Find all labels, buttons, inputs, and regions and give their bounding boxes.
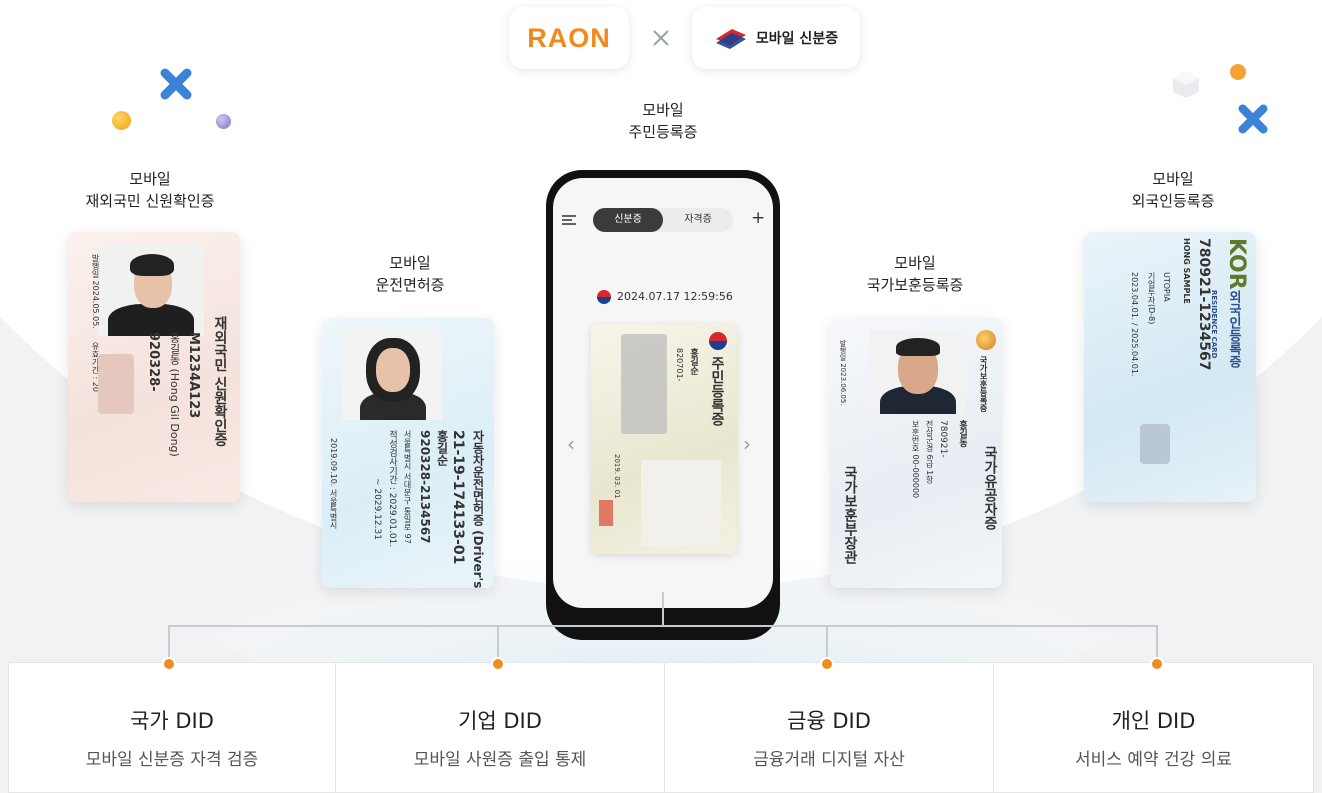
- card-number: 780921-1234567: [1196, 238, 1212, 371]
- caption-driver: 모바일 운전면허증: [375, 254, 445, 294]
- orange-dot-icon: [1230, 64, 1246, 80]
- card-issued: 발행일 2023.06.05.: [839, 340, 847, 406]
- card-reg: 보훈번호 00-000000: [911, 420, 920, 499]
- gray-cube-icon: [1173, 71, 1199, 98]
- card-photo: [98, 244, 204, 336]
- card-nationality: UTOPIA: [1162, 272, 1171, 302]
- photo-thumbnail: [1140, 424, 1170, 464]
- card-name: 홍길동 (Hong Gil Dong): [168, 332, 181, 457]
- panel-subtitle: 서비스 예약 건강 의료: [1075, 750, 1232, 770]
- caption-overseas: 모바일 재외국민 신원확인증: [85, 170, 215, 210]
- panel-subtitle: 금융거래 디지털 자산: [753, 750, 905, 770]
- panel-title: 개인 DID: [1111, 709, 1196, 733]
- panel-national-did: 국가 DID 모바일 신분증 자격 검증: [8, 662, 336, 793]
- purple-ball-icon: [216, 114, 231, 129]
- times-icon: [653, 30, 669, 46]
- card-valid-end: ~ 2029.12.31: [372, 478, 382, 540]
- card-name: HONG SAMPLE: [1182, 238, 1191, 304]
- card-photo: [641, 460, 721, 546]
- card-number: M1234A123: [186, 332, 201, 419]
- emblem-icon: [976, 330, 996, 350]
- blue-x-icon-right: [1238, 104, 1268, 134]
- stamp-icon: [599, 500, 613, 526]
- card-country: KOR: [1224, 238, 1249, 290]
- card-veteran: 국가보훈등록증 국가유공자증 홍길동 780921- 전상군경 6급 1항 보훈…: [830, 318, 1002, 588]
- caption-foreign: 모바일 외국인등록증: [1131, 170, 1215, 210]
- add-button[interactable]: +: [751, 208, 765, 228]
- tab-license[interactable]: 자격증: [663, 208, 733, 232]
- raon-logo-text: RAON: [527, 22, 611, 53]
- card-emblem-icon: [709, 332, 727, 350]
- phone-screen: 신분증 자격증 + 2024.07.17 12:59:56 ‹ › 주민등록증 …: [553, 178, 773, 608]
- mobile-id-logo: 모바일 신분증: [692, 7, 860, 69]
- card-name: 홍길순: [435, 430, 449, 466]
- caption-resident: 모바일 주민등록증: [628, 101, 698, 141]
- card-date: 2019. 03. 01: [613, 454, 621, 499]
- panel-subtitle: 모바일 신분증 자격 검증: [85, 750, 259, 770]
- panel-subtitle: 모바일 사원증 출입 통제: [413, 750, 587, 770]
- card-period: 2023.04.01. / 2025.04.01.: [1130, 272, 1139, 377]
- connector-trunk: [662, 592, 664, 626]
- panel-enterprise-did: 기업 DID 모바일 사원증 출입 통제: [335, 662, 665, 793]
- raon-logo: RAON: [509, 7, 629, 69]
- taegeuk-icon: [597, 290, 611, 304]
- card-birth: 920328-: [146, 332, 161, 392]
- caption-veteran: 모바일 국가보훈등록증: [866, 254, 964, 294]
- panel-finance-did: 금융 DID 금융거래 디지털 자산: [664, 662, 994, 793]
- connector-bar: [168, 625, 1158, 627]
- card-id: 780921-: [938, 420, 948, 458]
- prev-arrow-icon[interactable]: ‹: [567, 432, 575, 456]
- mobile-id-emblem-icon: [715, 29, 746, 49]
- connector-dot: [1150, 657, 1164, 671]
- resident-card: 주민등록증 홍길순 820701- 2019. 03. 01: [591, 324, 737, 554]
- card-title: 주민등록증: [709, 356, 725, 426]
- card-foreign: KOR 외국인등록증 RESIDENCE CARD 780921-1234567…: [1084, 232, 1256, 502]
- panel-title: 국가 DID: [130, 709, 214, 733]
- connector-dot: [491, 657, 505, 671]
- mobile-id-logo-text: 모바일 신분증: [755, 31, 839, 47]
- next-arrow-icon[interactable]: ›: [743, 432, 751, 456]
- did-infographic: RAON 모바일 신분증 모바일 주민등록증 모바일 재외국민 신원확인증 모바…: [0, 0, 1322, 793]
- tab-bar: 신분증 자격증: [593, 208, 733, 232]
- card-valid: 적성검사기간 : 2029.01.01.: [387, 430, 397, 548]
- card-name: 홍길순: [688, 348, 698, 375]
- blur-block: [98, 354, 134, 414]
- card-id: 920328-2134567: [418, 430, 432, 544]
- card-title: 외국인등록증: [1226, 290, 1241, 368]
- card-org: 국가보훈등록증: [979, 356, 988, 412]
- card-photo: [342, 330, 442, 420]
- orange-ball-icon: [112, 111, 131, 130]
- panel-personal-did: 개인 DID 서비스 예약 건강 의료: [993, 662, 1314, 793]
- card-number: 21-19-174133-01: [450, 430, 466, 565]
- panel-title: 금융 DID: [787, 709, 871, 733]
- card-number: 820701-: [675, 348, 684, 382]
- card-photo: [870, 330, 966, 414]
- card-issuer: 국가보훈부장관: [842, 466, 858, 564]
- card-address: 서울특별시 서대문구 통일로 97: [403, 430, 412, 544]
- tab-id[interactable]: 신분증: [593, 208, 663, 232]
- menu-icon[interactable]: [561, 214, 577, 226]
- connector-dot: [162, 657, 176, 671]
- masked-area: [621, 334, 667, 434]
- card-name: 홍길동: [957, 420, 967, 447]
- phone-datetime: 2024.07.17 12:59:56: [617, 290, 733, 303]
- card-title: 자동차운전면허증 (Driver's License): [471, 430, 485, 588]
- card-overseas: 재외국민 신원확인증 M1234A123 홍길동 (Hong Gil Dong)…: [68, 232, 240, 502]
- connector-dot: [820, 657, 834, 671]
- card-title: 국가유공자증: [982, 446, 998, 530]
- blue-x-icon: [160, 68, 192, 100]
- card-rank: 전상군경 6급 1항: [925, 420, 934, 484]
- card-title: 재외국민 신원확인증: [212, 316, 228, 447]
- card-issued: 2019.09.10. 서울특별시: [329, 438, 338, 529]
- card-status: 기업투자(D-8): [1147, 272, 1156, 325]
- card-driver: 자동차운전면허증 (Driver's License) 21-19-174133…: [322, 318, 494, 588]
- card-issued: 발행일 2024.05.05.: [91, 254, 100, 329]
- panel-title: 기업 DID: [458, 709, 542, 733]
